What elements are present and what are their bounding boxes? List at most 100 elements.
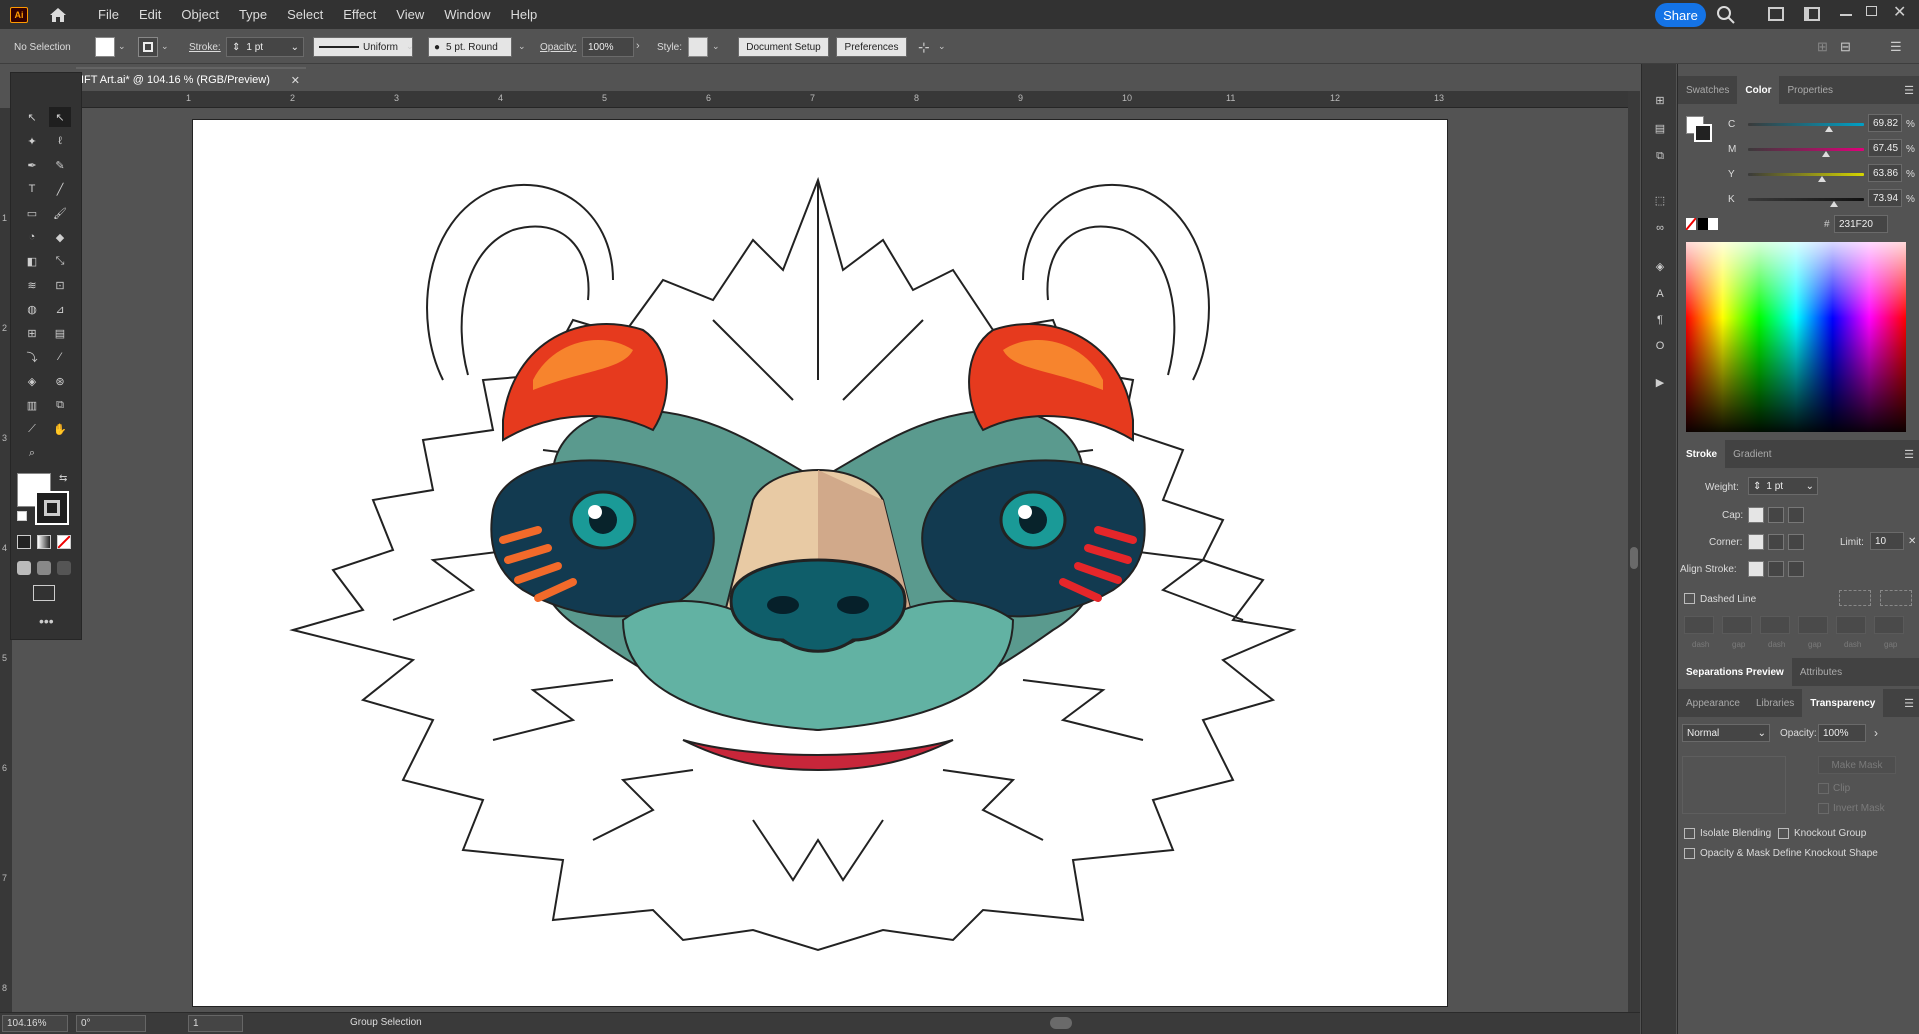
close-tab-icon[interactable]: ✕: [291, 74, 300, 87]
search-icon[interactable]: [1716, 5, 1736, 25]
tab-libraries[interactable]: Libraries: [1748, 689, 1802, 717]
stroke-color-swatch[interactable]: [35, 491, 69, 525]
mesh-tool-icon[interactable]: ⊞: [21, 323, 43, 343]
shape-builder-tool-icon[interactable]: ◍: [21, 299, 43, 319]
brush-definition[interactable]: ● 5 pt. Round: [428, 37, 512, 57]
channel-y-value[interactable]: 63.86: [1868, 164, 1902, 182]
align-panel-icon[interactable]: ▤: [1650, 118, 1670, 138]
draw-behind-icon[interactable]: [37, 561, 51, 575]
projecting-cap-icon[interactable]: [1788, 507, 1804, 523]
symbol-sprayer-tool-icon[interactable]: ⊛: [49, 371, 71, 391]
blend-tool-icon[interactable]: ◈: [21, 371, 43, 391]
measure-tool-icon[interactable]: ⁄: [49, 347, 71, 367]
workspace-icon[interactable]: [1768, 7, 1784, 21]
round-join-icon[interactable]: [1768, 534, 1784, 550]
black-swatch[interactable]: [1698, 218, 1708, 230]
color-spectrum[interactable]: [1686, 242, 1906, 432]
panel-menu-icon[interactable]: ☰: [1890, 39, 1902, 55]
gradient-tool-icon[interactable]: ▤: [49, 323, 71, 343]
direct-selection-tool-icon[interactable]: ↖: [49, 107, 71, 127]
hex-field[interactable]: 231F20: [1834, 215, 1888, 233]
edit-toolbar-icon[interactable]: •••: [39, 613, 54, 629]
tab-properties[interactable]: Properties: [1779, 76, 1841, 104]
color-stroke-swatch[interactable]: [1694, 124, 1712, 142]
home-icon[interactable]: [48, 5, 68, 25]
none-mode-icon[interactable]: [57, 535, 71, 549]
knockout-group-checkbox[interactable]: [1778, 828, 1789, 839]
tab-separations-preview[interactable]: Separations Preview: [1678, 658, 1792, 686]
menu-effect[interactable]: Effect: [333, 7, 386, 22]
selection-tool-icon[interactable]: ↖: [21, 107, 43, 127]
limit-close-icon[interactable]: ✕: [1908, 536, 1916, 547]
chevron-down-icon[interactable]: ⌄: [712, 41, 720, 52]
magic-wand-tool-icon[interactable]: ✦: [21, 131, 43, 151]
warp-tool-icon[interactable]: ≋: [21, 275, 43, 295]
round-cap-icon[interactable]: [1768, 507, 1784, 523]
scale-tool-icon[interactable]: ⤡: [49, 251, 71, 271]
layers-panel-icon[interactable]: ◈: [1650, 256, 1670, 276]
slider-handle[interactable]: [1824, 126, 1833, 132]
paragraph-panel-icon[interactable]: ¶: [1650, 310, 1670, 330]
align-dash-icon[interactable]: [1880, 590, 1912, 606]
menu-select[interactable]: Select: [277, 7, 333, 22]
channel-m-value[interactable]: 67.45: [1868, 139, 1902, 157]
menu-type[interactable]: Type: [229, 7, 277, 22]
stroke-label[interactable]: Stroke:: [189, 37, 221, 57]
channel-k-slider[interactable]: [1748, 198, 1864, 207]
slice-tool-icon[interactable]: ⟋: [21, 419, 43, 439]
pen-tool-icon[interactable]: ✒: [21, 155, 43, 175]
zoom-field[interactable]: 104.16%: [2, 1015, 68, 1032]
menu-file[interactable]: File: [88, 7, 129, 22]
artboard[interactable]: [192, 119, 1448, 1007]
raccoon-artwork[interactable]: [193, 120, 1449, 1008]
align-outside-icon[interactable]: [1788, 561, 1804, 577]
restore-icon[interactable]: [1866, 6, 1877, 16]
chevron-down-icon[interactable]: ⌄: [406, 41, 414, 52]
type-tool-icon[interactable]: T: [21, 179, 43, 199]
rotation-field[interactable]: 0°: [76, 1015, 146, 1032]
dashed-line-checkbox[interactable]: [1684, 593, 1695, 604]
paintbrush-tool-icon[interactable]: 🖌: [49, 203, 71, 223]
gradient-mode-icon[interactable]: [37, 535, 51, 549]
panel-menu-icon[interactable]: ☰: [1904, 448, 1914, 461]
minimize-icon[interactable]: [1840, 14, 1852, 16]
align-center-icon[interactable]: [1748, 561, 1764, 577]
panel-menu-icon[interactable]: ☰: [1904, 697, 1914, 710]
tab-appearance[interactable]: Appearance: [1678, 689, 1748, 717]
arrange-icon[interactable]: [1804, 7, 1820, 21]
actions-panel-icon[interactable]: ▶: [1650, 372, 1670, 392]
document-setup-button[interactable]: Document Setup: [738, 37, 829, 57]
fill-swatch[interactable]: [95, 37, 115, 57]
none-swatch[interactable]: [1685, 217, 1697, 231]
align-inside-icon[interactable]: [1768, 561, 1784, 577]
limit-field[interactable]: 10: [1870, 532, 1904, 550]
stroke-weight-field[interactable]: ⇕ 1 pt ⌄: [226, 37, 304, 57]
tab-swatches[interactable]: Swatches: [1678, 76, 1737, 104]
default-colors-icon[interactable]: [17, 511, 27, 521]
chevron-right-icon[interactable]: ›: [636, 40, 640, 52]
color-mode-icon[interactable]: [17, 535, 31, 549]
share-button[interactable]: Share: [1655, 3, 1706, 27]
vertical-scrollbar[interactable]: [1628, 91, 1640, 1012]
artboard-navigator[interactable]: 1: [188, 1015, 243, 1032]
opacity-mask-knockout-checkbox[interactable]: [1684, 848, 1695, 859]
graphic-style-swatch[interactable]: [688, 37, 708, 57]
weight-field[interactable]: ⇕ 1 pt ⌄: [1748, 477, 1818, 495]
channel-c-slider[interactable]: [1748, 123, 1864, 132]
document-tab[interactable]: IFT Art.ai* @ 104.16 % (RGB/Preview) ✕: [76, 67, 306, 91]
slider-handle[interactable]: [1822, 151, 1831, 157]
tab-gradient[interactable]: Gradient: [1725, 440, 1779, 468]
slider-handle[interactable]: [1818, 176, 1827, 182]
butt-cap-icon[interactable]: [1748, 507, 1764, 523]
chevron-down-icon[interactable]: ⌄: [938, 41, 946, 52]
arrange-documents-icon[interactable]: ⊟: [1840, 39, 1851, 55]
column-graph-tool-icon[interactable]: ▥: [21, 395, 43, 415]
close-window-icon[interactable]: ✕: [1893, 2, 1906, 22]
menu-object[interactable]: Object: [171, 7, 229, 22]
opentype-panel-icon[interactable]: O: [1650, 336, 1670, 356]
tab-color[interactable]: Color: [1737, 76, 1780, 104]
tab-attributes[interactable]: Attributes: [1792, 658, 1850, 686]
menu-help[interactable]: Help: [500, 7, 547, 22]
reflect-tool-icon[interactable]: ◧: [21, 251, 43, 271]
line-tool-icon[interactable]: ╱: [49, 179, 71, 199]
